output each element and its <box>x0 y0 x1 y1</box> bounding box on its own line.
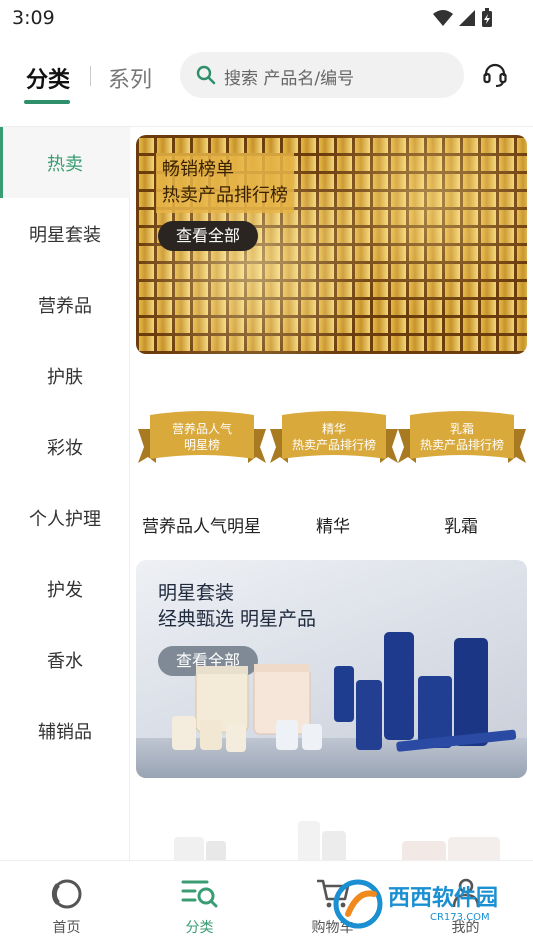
category-search-icon <box>181 880 217 908</box>
ranking-label-nutrition[interactable]: 营养品人气明星 <box>142 512 261 537</box>
status-icons <box>433 8 493 28</box>
sidebar-item-label: 香水 <box>47 650 83 672</box>
sidebar-item-skincare[interactable]: 护肤 <box>0 340 130 411</box>
tab-category[interactable]: 分类 <box>26 62 70 94</box>
signal-icon <box>459 10 475 26</box>
sidebar-item-label: 护发 <box>47 579 83 601</box>
search-bar[interactable]: 搜索 产品名/编号 <box>180 52 464 98</box>
bestseller-banner[interactable]: 畅销榜单 热卖产品排行榜 查看全部 <box>136 135 527 354</box>
sidebar-item-label: 彩妆 <box>47 437 83 459</box>
top-header: 分类 系列 搜索 产品名/编号 <box>0 36 533 116</box>
ribbon-line1: 乳霜 <box>449 422 474 436</box>
sidebar-item-label: 明星套装 <box>29 224 101 246</box>
sidebar-item-nutrition[interactable]: 营养品 <box>0 269 130 340</box>
main-content: 畅销榜单 热卖产品排行榜 查看全部 营养品人气 明星榜 精华 热卖产品排行榜 乳… <box>130 127 533 860</box>
nav-home-label: 首页 <box>52 920 81 936</box>
product-thumbnails-image <box>174 821 500 860</box>
bestseller-banner-title: 畅销榜单 <box>162 159 234 180</box>
status-time: 3:09 <box>12 7 55 29</box>
sidebar-item-accessories[interactable]: 辅销品 <box>0 695 130 766</box>
ribbon-essence[interactable]: 精华 热卖产品排行榜 <box>268 407 400 475</box>
ranking-ribbons: 营养品人气明星榜 精华热卖产品排行榜 乳霜热卖产品排行榜 <box>136 407 527 477</box>
customer-service-icon[interactable] <box>482 62 508 88</box>
bestseller-banner-subtitle: 热卖产品排行榜 <box>162 185 288 206</box>
status-bar: 3:09 <box>0 0 533 36</box>
ribbon-text: 营养品人气 明星榜 <box>136 421 268 453</box>
watermark-sub: CR173.COM <box>430 912 490 923</box>
sidebar-item-hot[interactable]: 热卖 <box>0 127 130 198</box>
sidebar-item-label: 护肤 <box>47 366 83 388</box>
nav-category[interactable]: 分类 <box>133 861 266 948</box>
category-sidebar: 热卖 明星套装 营养品 护肤 彩妆 个人护理 护发 香水 辅销品 <box>0 127 130 860</box>
more-products-peek <box>130 817 533 860</box>
ribbon-line2: 热卖产品排行榜 <box>419 438 504 452</box>
watermark-text: 西西软件园 <box>388 886 499 911</box>
ribbon-cream[interactable]: 乳霜 热卖产品排行榜 <box>396 407 528 475</box>
bestseller-view-all-button[interactable]: 查看全部 <box>158 221 258 251</box>
nav-home[interactable]: 首页 <box>0 861 133 948</box>
sidebar-item-personal-care[interactable]: 个人护理 <box>0 482 130 553</box>
nav-category-label: 分类 <box>185 920 214 936</box>
sidebar-item-label: 个人护理 <box>29 508 101 530</box>
sidebar-item-fragrance[interactable]: 香水 <box>0 624 130 695</box>
tab-series[interactable]: 系列 <box>108 62 152 94</box>
watermark-logo <box>333 879 383 929</box>
wifi-icon <box>433 10 453 26</box>
bestseller-banner-text: 畅销榜单 热卖产品排行榜 <box>156 153 294 213</box>
tab-active-indicator <box>24 100 70 104</box>
watermark: 西西软件园 CR173.COM <box>330 872 520 936</box>
ranking-label-cream[interactable]: 乳霜 <box>444 512 478 537</box>
sidebar-item-label: 辅销品 <box>38 721 92 743</box>
home-ring-icon <box>51 879 81 909</box>
sidebar-item-haircare[interactable]: 护发 <box>0 553 130 624</box>
tab-divider <box>90 66 91 86</box>
ribbon-nutrition-star[interactable]: 营养品人气 明星榜 <box>136 407 268 475</box>
ribbon-line1: 营养品人气 <box>171 422 232 436</box>
star-set-banner-title: 明星套装 <box>158 582 235 604</box>
sidebar-item-label: 营养品 <box>38 295 92 317</box>
sidebar-item-label: 热卖 <box>47 153 83 175</box>
star-set-banner[interactable]: 明星套装 经典甄选 明星产品 查看全部 <box>136 560 527 778</box>
ribbon-line2: 明星榜 <box>183 438 220 452</box>
ribbon-line2: 热卖产品排行榜 <box>291 438 376 452</box>
battery-icon <box>482 8 492 27</box>
ribbon-text: 乳霜 热卖产品排行榜 <box>396 421 528 453</box>
ribbon-text: 精华 热卖产品排行榜 <box>268 421 400 453</box>
sidebar-item-star-set[interactable]: 明星套装 <box>0 198 130 269</box>
sidebar-item-makeup[interactable]: 彩妆 <box>0 411 130 482</box>
ranking-label-essence[interactable]: 精华 <box>316 512 350 537</box>
search-placeholder: 搜索 产品名/编号 <box>224 69 355 89</box>
ranking-labels: 营养品人气明星 精华 乳霜 <box>130 512 533 538</box>
ribbon-line1: 精华 <box>321 422 346 436</box>
search-icon <box>196 65 216 85</box>
product-group-image <box>172 632 517 752</box>
